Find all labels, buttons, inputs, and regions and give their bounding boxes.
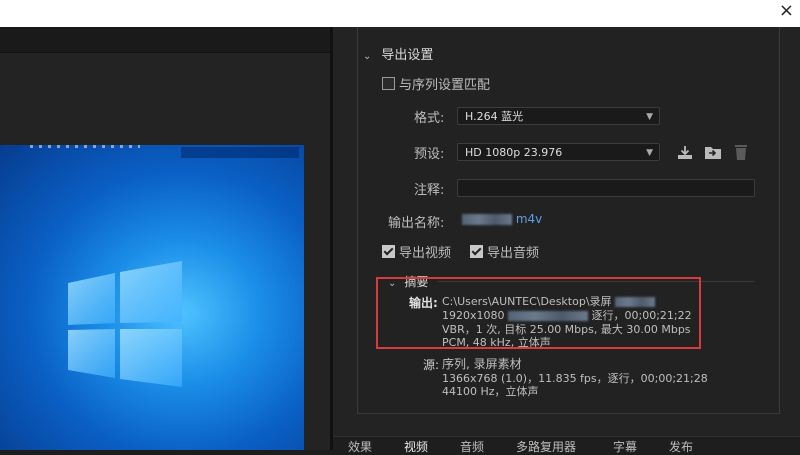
chevron-down-icon[interactable]: ⌄ <box>363 51 371 62</box>
format-value: H.264 蓝光 <box>465 110 524 123</box>
chevron-down-icon: ▼ <box>646 148 653 158</box>
format-label: 格式: <box>414 111 445 126</box>
tab-publish[interactable]: 发布 <box>669 438 693 455</box>
import-preset-icon[interactable] <box>704 143 722 161</box>
redacted-text <box>462 214 512 225</box>
summary-source-line-3: 44100 Hz，立体声 <box>442 385 539 398</box>
export-audio-label: 导出音频 <box>487 246 540 261</box>
preset-dropdown[interactable]: HD 1080p 23.976 ▼ <box>457 143 660 161</box>
preset-label: 预设: <box>414 147 445 162</box>
export-audio-checkbox[interactable] <box>470 245 483 258</box>
summary-source-line-2: 1366x768 (1.0)，11.835 fps，逐行，00;00;21;28 <box>442 372 708 385</box>
comment-input[interactable] <box>457 179 755 197</box>
output-name-suffix: m4v <box>515 212 543 226</box>
format-dropdown[interactable]: H.264 蓝光 ▼ <box>457 107 660 125</box>
preview-pane <box>0 27 330 450</box>
section-title: 导出设置 <box>381 48 434 63</box>
tab-effects[interactable]: 效果 <box>348 438 372 455</box>
match-sequence-label: 与序列设置匹配 <box>399 78 491 93</box>
window-title-bar: × <box>0 0 800 27</box>
export-video-label: 导出视频 <box>399 246 452 261</box>
chevron-down-icon: ▼ <box>646 112 653 122</box>
windows-logo-icon <box>68 261 182 387</box>
summary-source-line-1: 序列, 录屏素材 <box>442 357 522 371</box>
delete-preset-icon[interactable] <box>732 143 750 161</box>
output-name-link[interactable]: m4v <box>462 212 542 226</box>
save-preset-icon[interactable] <box>676 143 694 161</box>
settings-tab-bar: 效果 视频 音频 多路复用器 字幕 发布 <box>333 436 800 454</box>
tab-captions[interactable]: 字幕 <box>613 438 637 455</box>
tab-multiplexer[interactable]: 多路复用器 <box>516 438 576 455</box>
tab-video[interactable]: 视频 <box>404 438 428 455</box>
summary-source-key: 源: <box>423 358 440 372</box>
video-preview[interactable] <box>0 145 304 450</box>
preset-value: HD 1080p 23.976 <box>465 146 563 159</box>
output-name-label: 输出名称: <box>388 216 445 231</box>
export-settings-header[interactable]: ⌄ 导出设置 <box>363 44 433 63</box>
preview-toolbar <box>0 27 330 53</box>
close-icon[interactable]: × <box>779 1 794 21</box>
comment-label: 注释: <box>414 183 445 198</box>
tab-audio[interactable]: 音频 <box>460 438 484 455</box>
highlight-box <box>376 277 701 349</box>
export-video-checkbox[interactable] <box>382 245 395 258</box>
match-sequence-checkbox[interactable] <box>382 77 395 90</box>
